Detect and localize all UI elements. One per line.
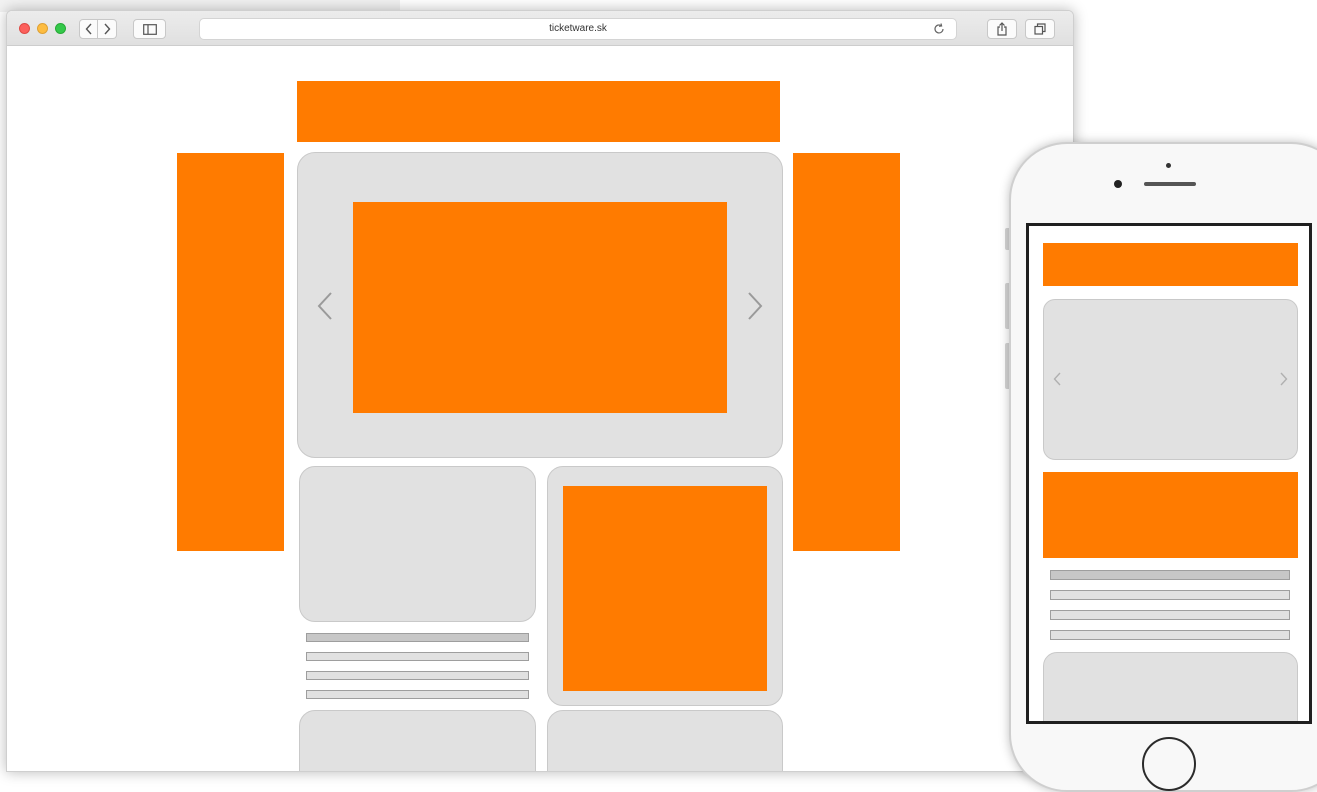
- share-icon: [997, 22, 1007, 36]
- phone-home-button[interactable]: [1142, 737, 1196, 791]
- text-line-placeholder: [306, 671, 529, 680]
- phone-front-camera: [1114, 180, 1122, 188]
- phone-sensor: [1166, 163, 1171, 168]
- share-button[interactable]: [987, 19, 1017, 39]
- chevron-right-icon[interactable]: [1280, 372, 1288, 386]
- window-close-button[interactable]: [19, 23, 30, 34]
- window-minimize-button[interactable]: [37, 23, 48, 34]
- content-card[interactable]: [299, 466, 536, 622]
- address-bar[interactable]: ticketware.sk: [199, 18, 957, 40]
- chevron-left-icon: [85, 23, 92, 35]
- mobile-content-card[interactable]: [1043, 652, 1298, 721]
- sidebar-toggle-button[interactable]: [133, 19, 166, 39]
- forward-button[interactable]: [98, 19, 117, 39]
- window-zoom-button[interactable]: [55, 23, 66, 34]
- text-line-placeholder: [1050, 610, 1290, 620]
- chevron-left-icon[interactable]: [1053, 372, 1061, 386]
- browser-toolbar: ticketware.sk: [7, 11, 1073, 46]
- featured-card[interactable]: [547, 466, 783, 706]
- featured-card-image[interactable]: [563, 486, 767, 691]
- reload-icon[interactable]: [932, 22, 946, 36]
- hero-carousel[interactable]: [297, 152, 783, 458]
- content-card[interactable]: [547, 710, 783, 771]
- tabs-icon: [1034, 23, 1046, 35]
- chevron-right-icon: [104, 23, 111, 35]
- phone-speaker: [1144, 182, 1196, 186]
- back-button[interactable]: [79, 19, 98, 39]
- carousel-slide-image[interactable]: [353, 202, 727, 413]
- page-content: [7, 46, 1073, 771]
- mobile-feature-banner[interactable]: [1043, 472, 1298, 558]
- phone-screen: [1026, 223, 1312, 724]
- right-skyscraper-ad[interactable]: [793, 153, 900, 551]
- mobile-header-banner[interactable]: [1043, 243, 1298, 286]
- tabs-overview-button[interactable]: [1025, 19, 1055, 39]
- chevron-right-icon[interactable]: [746, 291, 764, 321]
- content-card[interactable]: [299, 710, 536, 771]
- text-line-placeholder: [306, 633, 529, 642]
- browser-window: ticketware.sk: [6, 10, 1074, 772]
- text-line-placeholder: [306, 652, 529, 661]
- sidebar-icon: [142, 23, 157, 35]
- text-line-placeholder: [1050, 590, 1290, 600]
- url-text: ticketware.sk: [549, 23, 607, 34]
- left-skyscraper-ad[interactable]: [177, 153, 284, 551]
- chevron-left-icon[interactable]: [316, 291, 334, 321]
- text-line-placeholder: [306, 690, 529, 699]
- text-line-placeholder: [1050, 630, 1290, 640]
- text-line-placeholder: [1050, 570, 1290, 580]
- mobile-hero-carousel[interactable]: [1043, 299, 1298, 460]
- header-banner[interactable]: [297, 81, 780, 142]
